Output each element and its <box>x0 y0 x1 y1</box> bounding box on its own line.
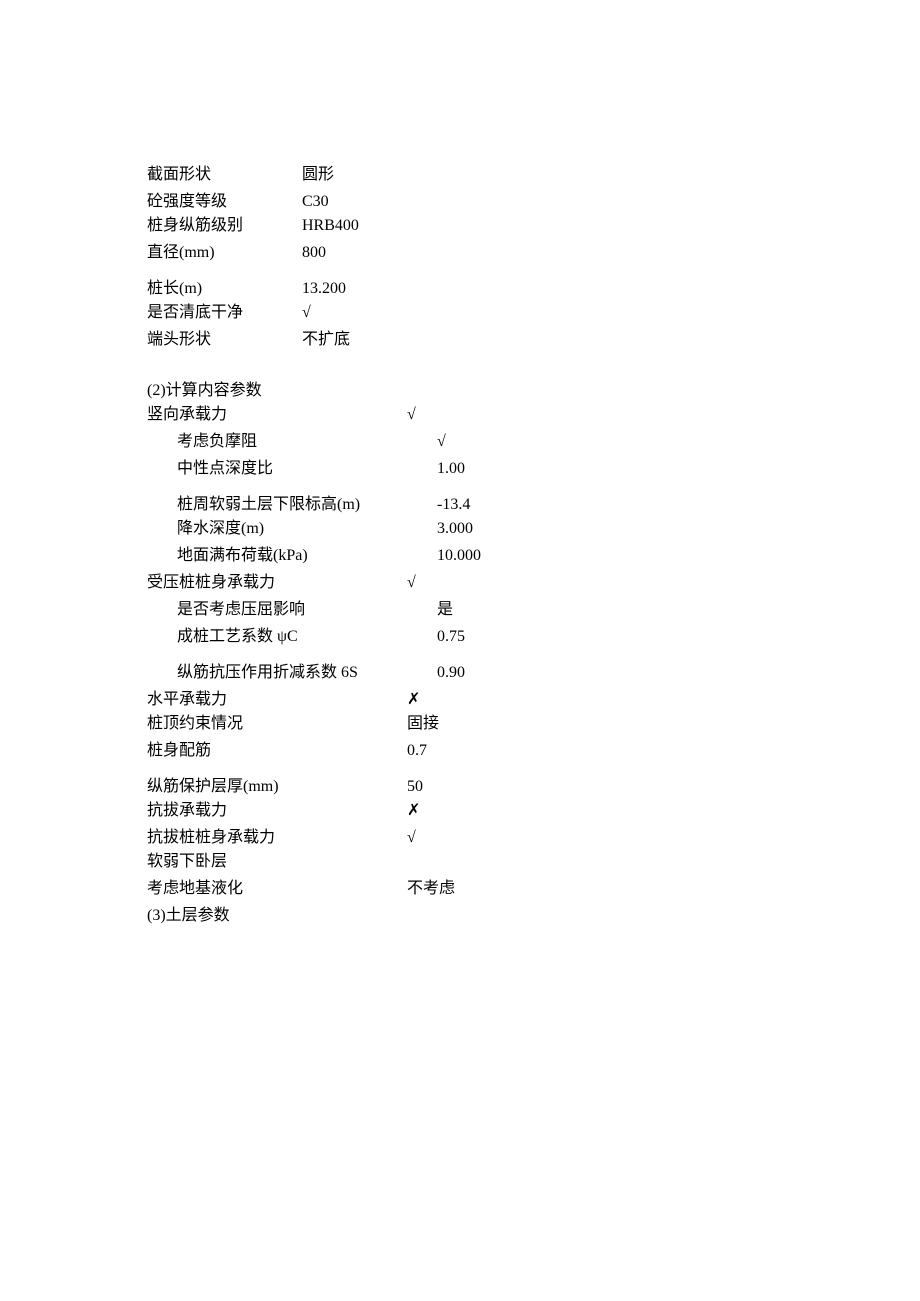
row-clean-bottom: 是否清底干净 √ <box>147 301 747 325</box>
row-liquefaction: 考虑地基液化 不考虑 <box>147 877 747 901</box>
label-comp-pile-body: 受压桩桩身承载力 <box>147 571 407 595</box>
row-process-c: 成桩工艺系数 ψC 0.75 <box>147 625 747 649</box>
row-soft-underlay: 软弱下卧层 <box>147 850 747 874</box>
row-body-rebar: 桩身配筋 0.7 <box>147 739 747 763</box>
value-body-rebar: 0.7 <box>407 739 427 763</box>
label-dewater: 降水深度(m) <box>147 517 437 541</box>
value-concrete-grade: C30 <box>302 190 329 214</box>
label-neutral-ratio: 中性点深度比 <box>147 457 437 481</box>
value-length: 13.200 <box>302 277 346 301</box>
section2-header: (2)计算内容参数 <box>147 376 747 400</box>
row-length: 桩长(m) 13.200 <box>147 277 747 301</box>
label-soft-limit: 桩周软弱土层下限标高(m) <box>147 493 437 517</box>
value-surface-load: 10.000 <box>437 544 481 568</box>
label-uplift-bearing: 抗拔承载力 <box>147 799 407 823</box>
row-diameter: 直径(mm) 800 <box>147 241 747 265</box>
label-surface-load: 地面满布荷载(kPa) <box>147 544 437 568</box>
value-vertical-bearing: √ <box>407 403 416 427</box>
section3-header: (3)土层参数 <box>147 901 747 925</box>
label-body-rebar: 桩身配筋 <box>147 739 407 763</box>
value-neg-friction: √ <box>437 430 446 454</box>
value-soft-limit: -13.4 <box>437 493 470 517</box>
label-shape: 截面形状 <box>147 163 302 187</box>
label-uplift-body: 抗拔桩桩身承载力 <box>147 826 407 850</box>
row-vertical-bearing: 竖向承载力 √ <box>147 403 747 427</box>
value-cover: 50 <box>407 775 423 799</box>
label-rebar-grade: 桩身纵筋级别 <box>147 214 302 238</box>
row-soft-limit: 桩周软弱土层下限标高(m) -13.4 <box>147 493 747 517</box>
label-buckling: 是否考虑压屈影响 <box>147 598 437 622</box>
row-uplift-body: 抗拔桩桩身承载力 √ <box>147 826 747 850</box>
value-rebar-reduce: 0.90 <box>437 661 465 685</box>
label-neg-friction: 考虑负摩阻 <box>147 430 437 454</box>
row-neg-friction: 考虑负摩阻 √ <box>147 430 747 454</box>
label-rebar-reduce: 纵筋抗压作用折减系数 6S <box>147 661 437 685</box>
label-diameter: 直径(mm) <box>147 241 302 265</box>
row-surface-load: 地面满布荷载(kPa) 10.000 <box>147 544 747 568</box>
row-top-constraint: 桩顶约束情况 固接 <box>147 712 747 736</box>
row-uplift-bearing: 抗拔承载力 ✗ <box>147 799 747 823</box>
value-end-shape: 不扩底 <box>302 328 350 352</box>
value-liquefaction: 不考虑 <box>407 877 455 901</box>
label-liquefaction: 考虑地基液化 <box>147 877 407 901</box>
row-rebar-grade: 桩身纵筋级别 HRB400 <box>147 214 747 238</box>
label-cover: 纵筋保护层厚(mm) <box>147 775 407 799</box>
label-soft-underlay: 软弱下卧层 <box>147 850 407 874</box>
value-buckling: 是 <box>437 598 453 622</box>
value-uplift-bearing: ✗ <box>407 799 420 823</box>
label-end-shape: 端头形状 <box>147 328 302 352</box>
row-horiz-bearing: 水平承载力 ✗ <box>147 688 747 712</box>
value-top-constraint: 固接 <box>407 712 439 736</box>
value-process-c: 0.75 <box>437 625 465 649</box>
label-clean-bottom: 是否清底干净 <box>147 301 302 325</box>
label-top-constraint: 桩顶约束情况 <box>147 712 407 736</box>
value-neutral-ratio: 1.00 <box>437 457 465 481</box>
row-comp-pile-body: 受压桩桩身承载力 √ <box>147 571 747 595</box>
value-dewater: 3.000 <box>437 517 473 541</box>
row-neutral-ratio: 中性点深度比 1.00 <box>147 457 747 481</box>
value-comp-pile-body: √ <box>407 571 416 595</box>
value-horiz-bearing: ✗ <box>407 688 420 712</box>
row-end-shape: 端头形状 不扩底 <box>147 328 747 352</box>
row-rebar-reduce: 纵筋抗压作用折减系数 6S 0.90 <box>147 661 747 685</box>
label-length: 桩长(m) <box>147 277 302 301</box>
label-vertical-bearing: 竖向承载力 <box>147 403 407 427</box>
label-horiz-bearing: 水平承载力 <box>147 688 407 712</box>
value-clean-bottom: √ <box>302 301 311 325</box>
value-shape: 圆形 <box>302 163 334 187</box>
row-dewater: 降水深度(m) 3.000 <box>147 517 747 541</box>
row-cover: 纵筋保护层厚(mm) 50 <box>147 775 747 799</box>
label-concrete-grade: 砼强度等级 <box>147 190 302 214</box>
value-diameter: 800 <box>302 241 326 265</box>
row-buckling: 是否考虑压屈影响 是 <box>147 598 747 622</box>
value-uplift-body: √ <box>407 826 416 850</box>
label-process-c: 成桩工艺系数 ψC <box>147 625 437 649</box>
value-rebar-grade: HRB400 <box>302 214 359 238</box>
row-shape: 截面形状 圆形 <box>147 163 747 187</box>
row-concrete-grade: 砼强度等级 C30 <box>147 190 747 214</box>
